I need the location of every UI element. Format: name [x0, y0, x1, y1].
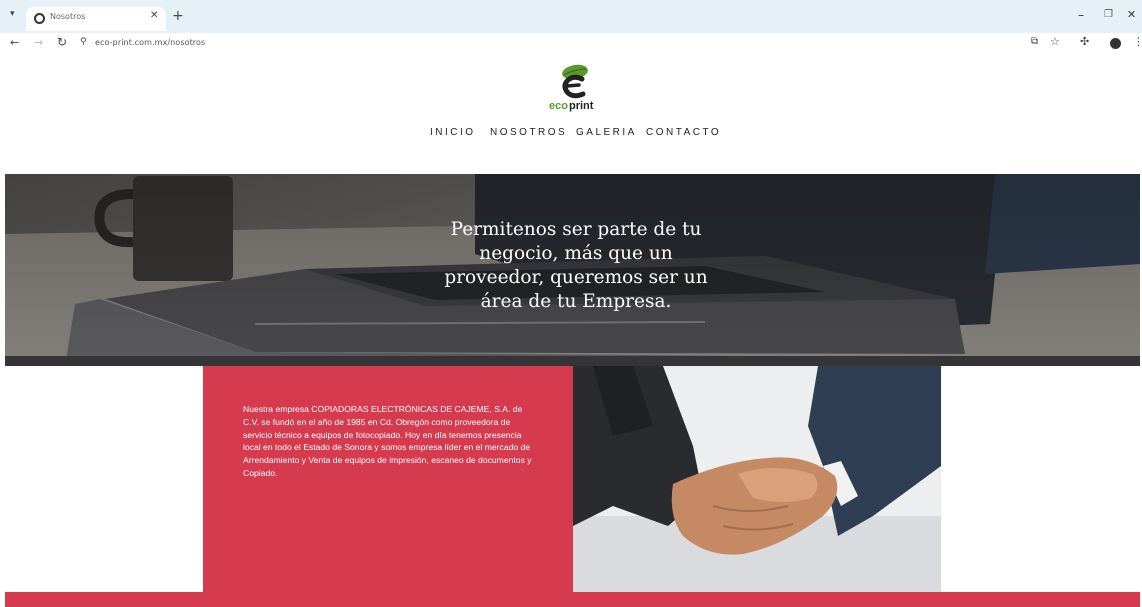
- profile-icon[interactable]: [1110, 38, 1121, 49]
- tab-menu-icon[interactable]: ▾: [10, 9, 24, 23]
- nav-inicio[interactable]: INICIO: [430, 127, 476, 138]
- hero-banner: Permitenos ser parte de tu negocio, más …: [5, 174, 1140, 366]
- back-icon[interactable]: ←: [10, 36, 19, 49]
- nav-contacto[interactable]: CONTACTO: [646, 127, 721, 138]
- handshake-image: [573, 366, 941, 592]
- tab-title: Nosotros: [50, 12, 86, 21]
- address-bar: ← → ↻ ⚲ eco-print.com.mx/nosotros ⧉ ☆ ✣ …: [0, 33, 1142, 55]
- about-paragraph: Nuestra empresa COPIADORAS ELECTRÓNICAS …: [243, 404, 532, 478]
- favicon-icon: [34, 13, 45, 24]
- plus-icon[interactable]: +: [172, 8, 184, 24]
- extension-icon[interactable]: ⧉: [1031, 36, 1038, 47]
- logo-icon: eco print: [549, 64, 594, 112]
- tab-bar: ▾ Nosotros ✕ + – ❐ ✕: [0, 0, 1142, 33]
- puzzle-icon[interactable]: ✣: [1080, 35, 1089, 48]
- close-window-icon[interactable]: ✕: [1127, 8, 1136, 21]
- maximize-icon[interactable]: ❐: [1104, 9, 1113, 20]
- logo-print-text: print: [569, 100, 594, 112]
- minimize-icon[interactable]: –: [1078, 8, 1084, 22]
- forward-icon[interactable]: →: [34, 36, 43, 49]
- nav-nosotros[interactable]: NOSOTROS: [490, 127, 567, 138]
- close-icon[interactable]: ✕: [150, 10, 158, 21]
- reload-icon[interactable]: ↻: [57, 35, 67, 49]
- url-field[interactable]: eco-print.com.mx/nosotros: [95, 38, 205, 47]
- main-nav: INICIO NOSOTROS GALERIA CONTACTO: [0, 127, 1142, 141]
- nav-galeria[interactable]: GALERIA: [576, 127, 637, 138]
- footer-band: [5, 592, 1140, 607]
- browser-window: ▾ Nosotros ✕ + – ❐ ✕ ← → ↻ ⚲ eco-print.c…: [0, 0, 1142, 607]
- star-icon[interactable]: ☆: [1050, 35, 1060, 48]
- active-tab[interactable]: Nosotros ✕: [26, 7, 166, 31]
- kebab-menu-icon[interactable]: ⋮: [1133, 35, 1142, 48]
- hero-headline: Permitenos ser parte de tu negocio, más …: [444, 219, 708, 312]
- handshake-illustration: [573, 366, 941, 592]
- site-logo[interactable]: eco print: [548, 63, 604, 113]
- about-section: Nuestra empresa COPIADORAS ELECTRÓNICAS …: [203, 366, 573, 592]
- site-info-icon[interactable]: ⚲: [80, 37, 87, 47]
- logo-eco-text: eco: [549, 100, 568, 112]
